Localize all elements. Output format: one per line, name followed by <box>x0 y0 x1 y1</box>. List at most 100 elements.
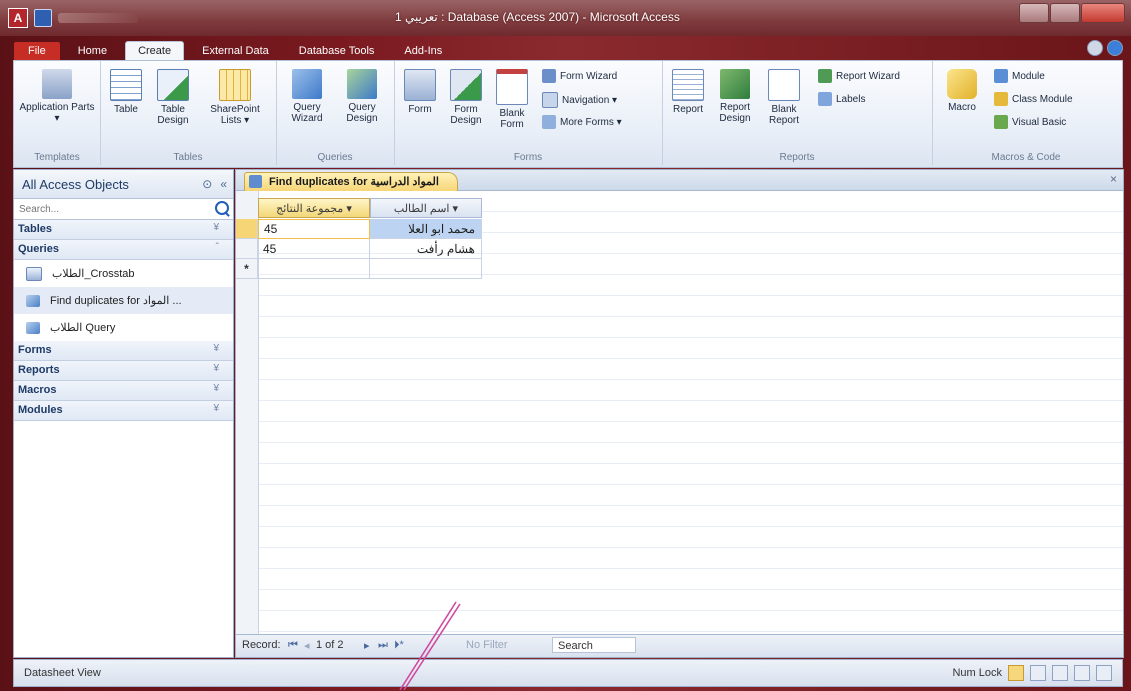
visual-basic-button[interactable]: Visual Basic <box>994 115 1066 129</box>
design-view-icon[interactable] <box>1096 665 1112 681</box>
table-design-icon <box>157 69 189 101</box>
blank-report-button[interactable]: Blank Report <box>762 69 806 126</box>
expand-icon: ¥ <box>213 222 219 233</box>
report-design-button[interactable]: Report Design <box>712 69 758 124</box>
next-record-icon[interactable]: ▸ <box>364 639 370 652</box>
form-design-button[interactable]: Form Design <box>444 69 488 126</box>
column-header-score[interactable]: مجموعة النتائج ▾ <box>258 198 370 218</box>
pivot-table-view-icon[interactable] <box>1030 665 1046 681</box>
labels-button[interactable]: Labels <box>818 92 865 106</box>
chevron-down-icon[interactable]: ⊙ <box>202 177 212 191</box>
shutter-bar-close-icon[interactable]: « <box>220 177 227 191</box>
close-document-icon[interactable]: × <box>1110 172 1117 186</box>
nav-group-reports[interactable]: Reports ¥ <box>14 361 233 381</box>
first-record-icon[interactable]: ⏮ <box>288 639 298 652</box>
record-position[interactable]: 1 of 2 <box>316 639 344 651</box>
record-selector-row-2[interactable] <box>236 239 258 259</box>
access-app-icon[interactable]: A <box>8 8 28 28</box>
previous-record-icon[interactable]: ◂ <box>304 639 310 652</box>
nav-group-queries[interactable]: Queries ˆ <box>14 240 233 260</box>
cell-name-row-2[interactable]: هشام رأفت <box>370 239 482 259</box>
new-record-marker[interactable]: * <box>236 259 258 279</box>
nav-pane-title: All Access Objects <box>22 177 129 192</box>
tab-database-tools[interactable]: Database Tools <box>287 42 387 60</box>
document-area: Find duplicates for المواد الدراسية × مج… <box>235 169 1124 658</box>
report-icon <box>672 69 704 101</box>
tab-add-ins[interactable]: Add-Ins <box>392 42 454 60</box>
record-search-box[interactable]: Search <box>552 637 636 653</box>
ribbon-help-area <box>1087 40 1123 56</box>
form-button[interactable]: Form <box>400 69 440 115</box>
more-forms-button[interactable]: More Forms ▾ <box>542 115 622 129</box>
application-parts-button[interactable]: Application Parts ▾ <box>18 69 96 124</box>
nav-group-macros[interactable]: Macros ¥ <box>14 381 233 401</box>
nav-group-forms[interactable]: Forms ¥ <box>14 341 233 361</box>
nav-item-students-query[interactable]: الطلاب Query <box>14 314 233 341</box>
table-button[interactable]: Table <box>106 69 146 115</box>
report-button[interactable]: Report <box>668 69 708 115</box>
nav-pane-header[interactable]: All Access Objects ⊙ « <box>14 170 233 199</box>
no-filter-button[interactable]: No Filter <box>466 639 508 651</box>
crosstab-query-icon <box>26 266 42 281</box>
group-label-queries: Queries <box>317 152 353 163</box>
nav-group-tables[interactable]: Tables ¥ <box>14 220 233 240</box>
quick-access-toolbar: A <box>8 8 138 28</box>
macro-button[interactable]: Macro <box>942 69 982 113</box>
expand-icon: ¥ <box>213 403 219 414</box>
group-label-macros-code: Macros & Code <box>991 152 1061 163</box>
sql-view-icon[interactable] <box>1074 665 1090 681</box>
table-design-button[interactable]: Table Design <box>152 69 194 126</box>
class-module-button[interactable]: Class Module <box>994 92 1073 106</box>
new-record-icon[interactable]: ⏵* <box>394 639 404 652</box>
cell-score-row-1[interactable]: 45 <box>258 219 370 239</box>
nav-item-find-duplicates-query[interactable]: Find duplicates for المواد ... <box>14 287 233 314</box>
status-bar: Datasheet View Num Lock <box>13 659 1123 687</box>
nav-search-input[interactable] <box>17 201 211 217</box>
minimize-ribbon-icon[interactable] <box>1087 40 1103 56</box>
cell-score-new-row[interactable] <box>258 259 370 279</box>
tab-file[interactable]: File <box>14 42 60 60</box>
search-icon[interactable] <box>215 201 229 215</box>
class-module-icon <box>994 92 1008 106</box>
nav-search-box <box>14 199 233 220</box>
navigation-icon <box>542 92 558 108</box>
column-header-student-name[interactable]: اسم الطالب ▾ <box>370 198 482 218</box>
minimize-button[interactable] <box>1019 3 1049 23</box>
status-right: Num Lock <box>952 665 1112 681</box>
help-icon[interactable] <box>1107 40 1123 56</box>
nav-group-modules[interactable]: Modules ¥ <box>14 401 233 421</box>
close-button[interactable] <box>1081 3 1125 23</box>
visual-basic-icon <box>994 115 1008 129</box>
form-wizard-button[interactable]: Form Wizard <box>542 69 617 83</box>
expand-icon: ¥ <box>213 343 219 354</box>
query-design-button[interactable]: Query Design <box>336 69 388 124</box>
navigation-button[interactable]: Navigation ▾ <box>542 92 617 108</box>
nav-pane-controls: ⊙ « <box>202 177 227 191</box>
title-bar: A تعريبي 1 : Database (Access 2007) - Mi… <box>0 0 1131 36</box>
group-label-reports: Reports <box>779 152 815 163</box>
report-wizard-button[interactable]: Report Wizard <box>818 69 900 83</box>
query-wizard-button[interactable]: Query Wizard <box>282 69 332 124</box>
last-record-icon[interactable]: ⏭ <box>378 639 388 652</box>
tab-home[interactable]: Home <box>66 42 119 60</box>
cell-name-row-1[interactable]: محمد ابو العلا <box>370 219 482 239</box>
cell-name-new-row[interactable] <box>370 259 482 279</box>
pivot-chart-view-icon[interactable] <box>1052 665 1068 681</box>
maximize-button[interactable] <box>1050 3 1080 23</box>
tab-external-data[interactable]: External Data <box>190 42 281 60</box>
nav-item-crosstab-query[interactable]: الطلاب_Crosstab <box>14 260 233 287</box>
form-wizard-icon <box>542 69 556 83</box>
query-design-icon <box>347 69 377 99</box>
qat-undo-redo-icons[interactable] <box>58 13 138 23</box>
module-button[interactable]: Module <box>994 69 1045 83</box>
datasheet-view-icon[interactable] <box>1008 665 1024 681</box>
blank-form-button[interactable]: Blank Form <box>492 69 532 130</box>
cell-score-row-2[interactable]: 45 <box>258 239 370 259</box>
group-label-templates: Templates <box>34 152 80 163</box>
save-icon[interactable] <box>34 9 52 27</box>
document-tab[interactable]: Find duplicates for المواد الدراسية <box>244 172 458 191</box>
expand-icon: ¥ <box>213 383 219 394</box>
sharepoint-lists-button[interactable]: SharePoint Lists ▾ <box>200 69 270 126</box>
tab-create[interactable]: Create <box>125 41 185 60</box>
record-selector-row-1[interactable] <box>236 219 258 239</box>
